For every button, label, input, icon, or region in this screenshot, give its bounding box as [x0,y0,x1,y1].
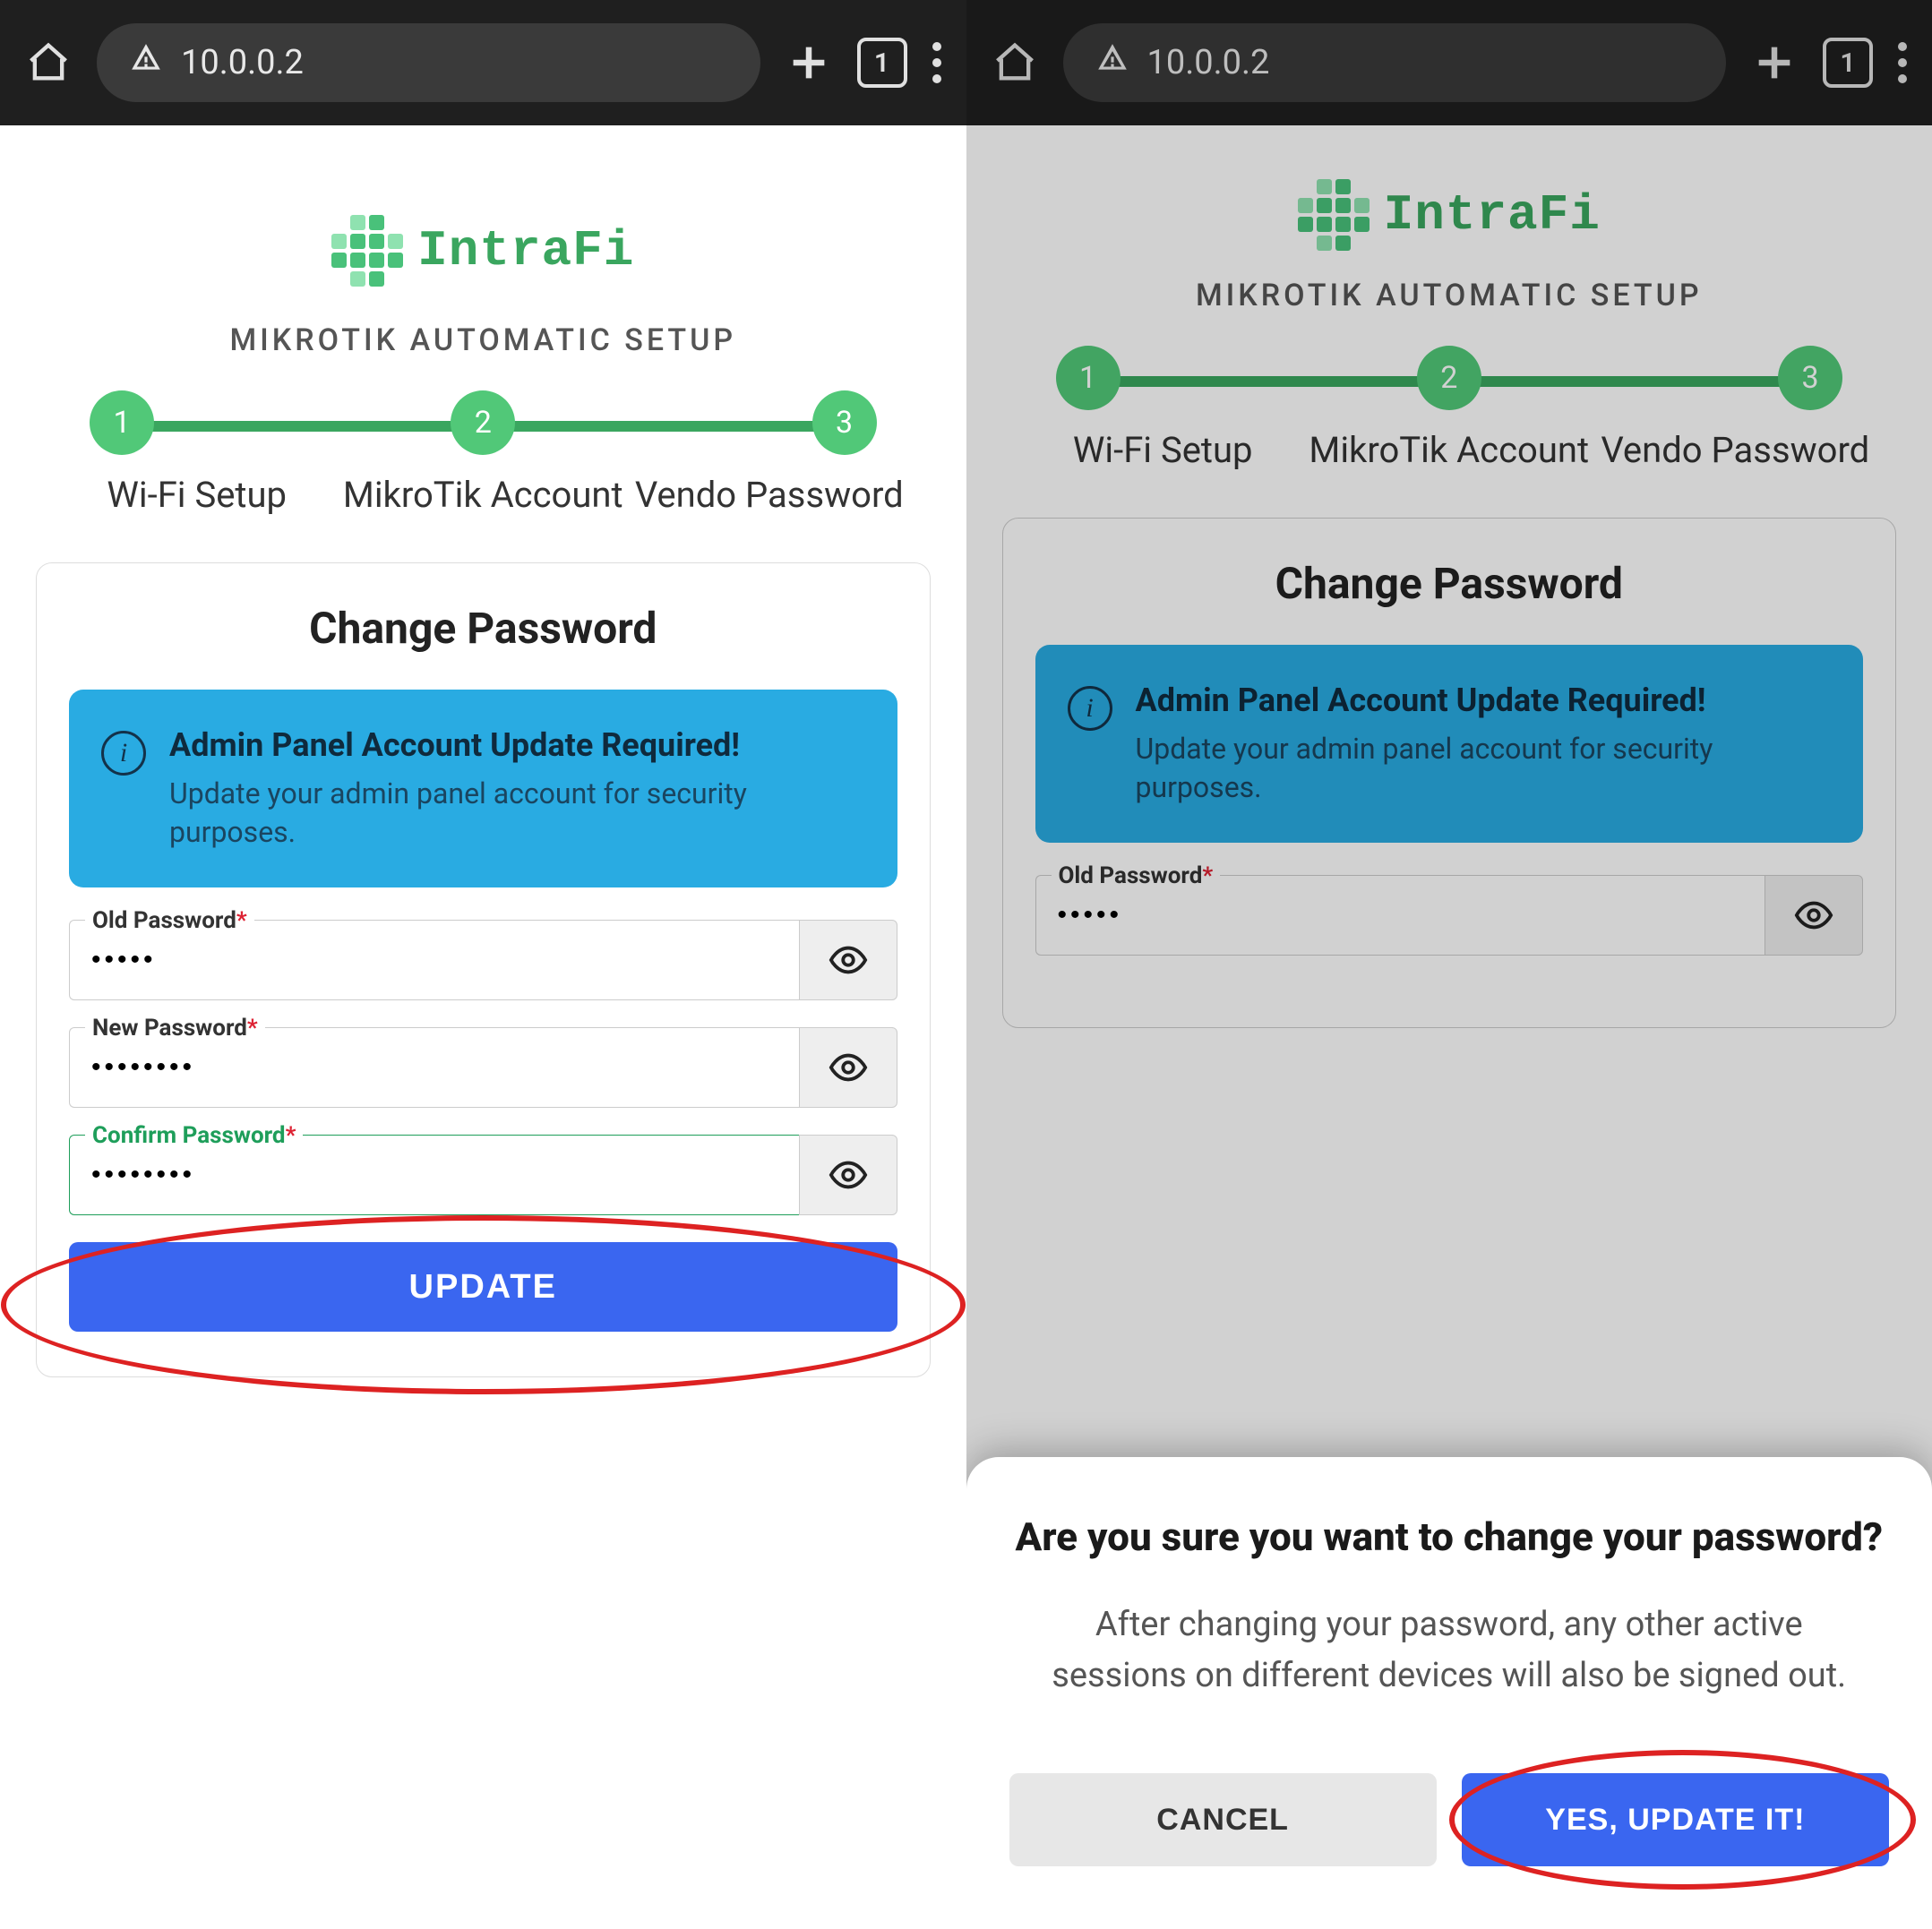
change-password-card: Change Password i Admin Panel Account Up… [1002,518,1897,1028]
alert-body: Update your admin panel account for secu… [169,775,865,852]
old-password-field: Old Password* [1035,875,1864,956]
not-secure-icon [129,41,163,84]
confirm-password-field: Confirm Password* [69,1135,897,1215]
browser-bar: 10.0.0.2 1 [0,0,966,125]
step-node-1: 1 [1056,346,1121,410]
confirm-button[interactable]: YES, UPDATE IT! [1462,1773,1889,1866]
confirm-password-label: Confirm Password* [85,1122,303,1149]
step-node-3: 3 [1778,346,1842,410]
new-tab-icon[interactable] [786,39,832,86]
change-password-card: Change Password i Admin Panel Account Up… [36,562,931,1377]
step-label-3: Vendo Password [626,473,912,518]
info-icon: i [1068,686,1112,731]
new-tab-icon[interactable] [1751,39,1798,86]
setup-title: MIKROTIK AUTOMATIC SETUP [1002,278,1897,313]
info-alert: i Admin Panel Account Update Required! U… [1035,645,1864,843]
home-icon[interactable] [992,39,1038,86]
brand-logo: IntraFi [36,215,931,287]
home-icon[interactable] [25,39,72,86]
brand-name: IntraFi [1384,186,1601,244]
logo-mark-icon [331,215,403,287]
old-password-label: Old Password* [85,907,254,934]
step-label-1: Wi-Fi Setup [1020,428,1306,473]
old-password-field: Old Password* [69,920,897,1000]
dialog-title: Are you sure you want to change your pas… [1009,1511,1890,1564]
dialog-body: After changing your password, any other … [1009,1599,1890,1702]
logo-mark-icon [1298,179,1370,251]
tab-switcher[interactable]: 1 [857,38,907,88]
step-label-2: MikroTik Account [1306,428,1592,473]
cancel-button[interactable]: CANCEL [1009,1773,1437,1866]
browser-menu-icon[interactable] [1898,42,1907,83]
step-label-1: Wi-Fi Setup [54,473,339,518]
setup-title: MIKROTIK AUTOMATIC SETUP [36,322,931,358]
stepper: 1 2 3 [1002,346,1897,410]
browser-menu-icon[interactable] [932,42,941,83]
card-title: Change Password [1035,558,1864,609]
info-alert: i Admin Panel Account Update Required! U… [69,690,897,887]
step-node-1: 1 [90,390,154,455]
url-text: 10.0.0.2 [181,43,304,82]
confirm-dialog: Are you sure you want to change your pas… [966,1457,1932,1929]
old-password-toggle[interactable] [1765,875,1863,956]
step-node-2: 2 [1417,346,1481,410]
step-node-3: 3 [812,390,877,455]
url-bar[interactable]: 10.0.0.2 [97,23,760,102]
alert-body: Update your admin panel account for secu… [1136,730,1832,807]
not-secure-icon [1095,41,1129,84]
old-password-label: Old Password* [1052,862,1221,889]
url-bar[interactable]: 10.0.0.2 [1063,23,1727,102]
new-password-toggle[interactable] [799,1027,897,1108]
new-password-field: New Password* [69,1027,897,1108]
step-label-3: Vendo Password [1593,428,1878,473]
alert-title: Admin Panel Account Update Required! [1136,681,1832,721]
browser-bar: 10.0.0.2 1 [966,0,1932,125]
url-text: 10.0.0.2 [1147,43,1270,82]
brand-name: IntraFi [417,222,634,279]
alert-title: Admin Panel Account Update Required! [169,725,865,766]
step-node-2: 2 [451,390,515,455]
card-title: Change Password [69,603,897,654]
old-password-toggle[interactable] [799,920,897,1000]
tab-switcher[interactable]: 1 [1823,38,1873,88]
confirm-password-toggle[interactable] [799,1135,897,1215]
step-label-2: MikroTik Account [340,473,626,518]
brand-logo: IntraFi [1002,179,1897,251]
update-button[interactable]: UPDATE [69,1242,897,1332]
stepper: 1 2 3 [36,390,931,455]
new-password-label: New Password* [85,1015,265,1042]
info-icon: i [101,731,146,776]
